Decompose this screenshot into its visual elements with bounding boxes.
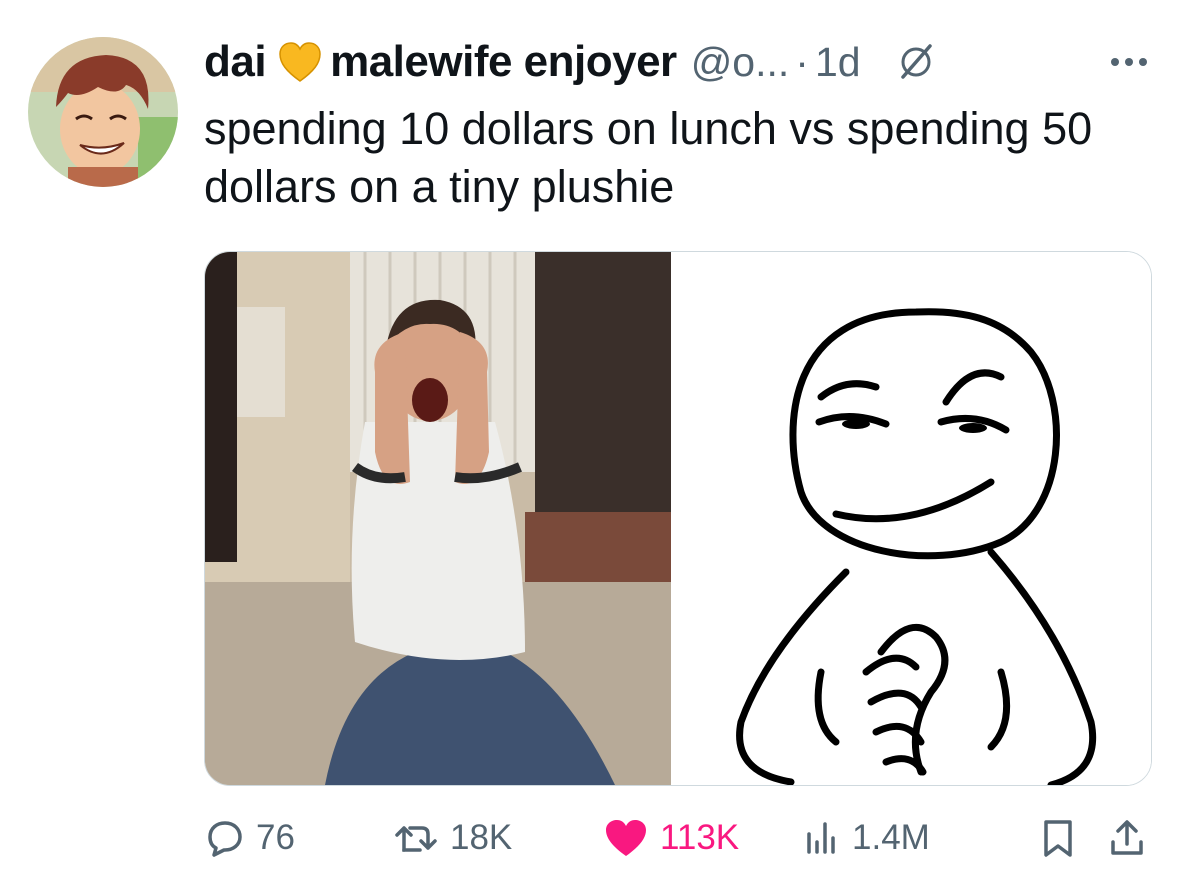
reply-count: 76 (256, 818, 295, 857)
smug-cartoon-drawing (671, 252, 1151, 785)
views-button[interactable]: 1.4M (804, 818, 1004, 858)
like-heart-icon (606, 820, 646, 856)
reply-button[interactable]: 76 (204, 818, 394, 858)
repost-count: 18K (450, 818, 513, 857)
separator-dot: · (795, 38, 809, 85)
repost-icon (395, 826, 437, 852)
author-avatar[interactable] (28, 37, 178, 187)
like-button[interactable]: 113K (604, 818, 804, 858)
avatar-illustration (28, 37, 178, 187)
share-button[interactable] (1109, 818, 1145, 858)
like-count: 113K (660, 818, 740, 857)
tweet-actions-bar: 76 18K 113K 1.4M (204, 810, 1145, 866)
crying-person-photo (205, 252, 671, 785)
reply-icon (208, 821, 242, 857)
tweet-header: dai malewife enjoyer @o... · 1d (204, 34, 1155, 90)
repost-button[interactable]: 18K (394, 818, 604, 858)
tweet-timestamp[interactable]: 1d (815, 39, 861, 86)
grok-icon[interactable] (897, 43, 935, 81)
bookmark-button[interactable] (1041, 818, 1075, 858)
yellow-heart-emoji-icon (278, 41, 322, 83)
share-icon (1111, 820, 1143, 855)
tweet-text: spending 10 dollars on lunch vs spending… (204, 103, 1093, 212)
bookmark-icon (1044, 820, 1072, 857)
author-name[interactable]: dai (204, 37, 267, 87)
tweet-media[interactable] (204, 251, 1152, 786)
author-name-suffix[interactable]: malewife enjoyer (330, 37, 677, 87)
views-icon (807, 822, 835, 854)
author-handle[interactable]: @o... (691, 39, 790, 86)
more-icon[interactable] (1109, 56, 1149, 68)
views-count: 1.4M (852, 818, 930, 857)
